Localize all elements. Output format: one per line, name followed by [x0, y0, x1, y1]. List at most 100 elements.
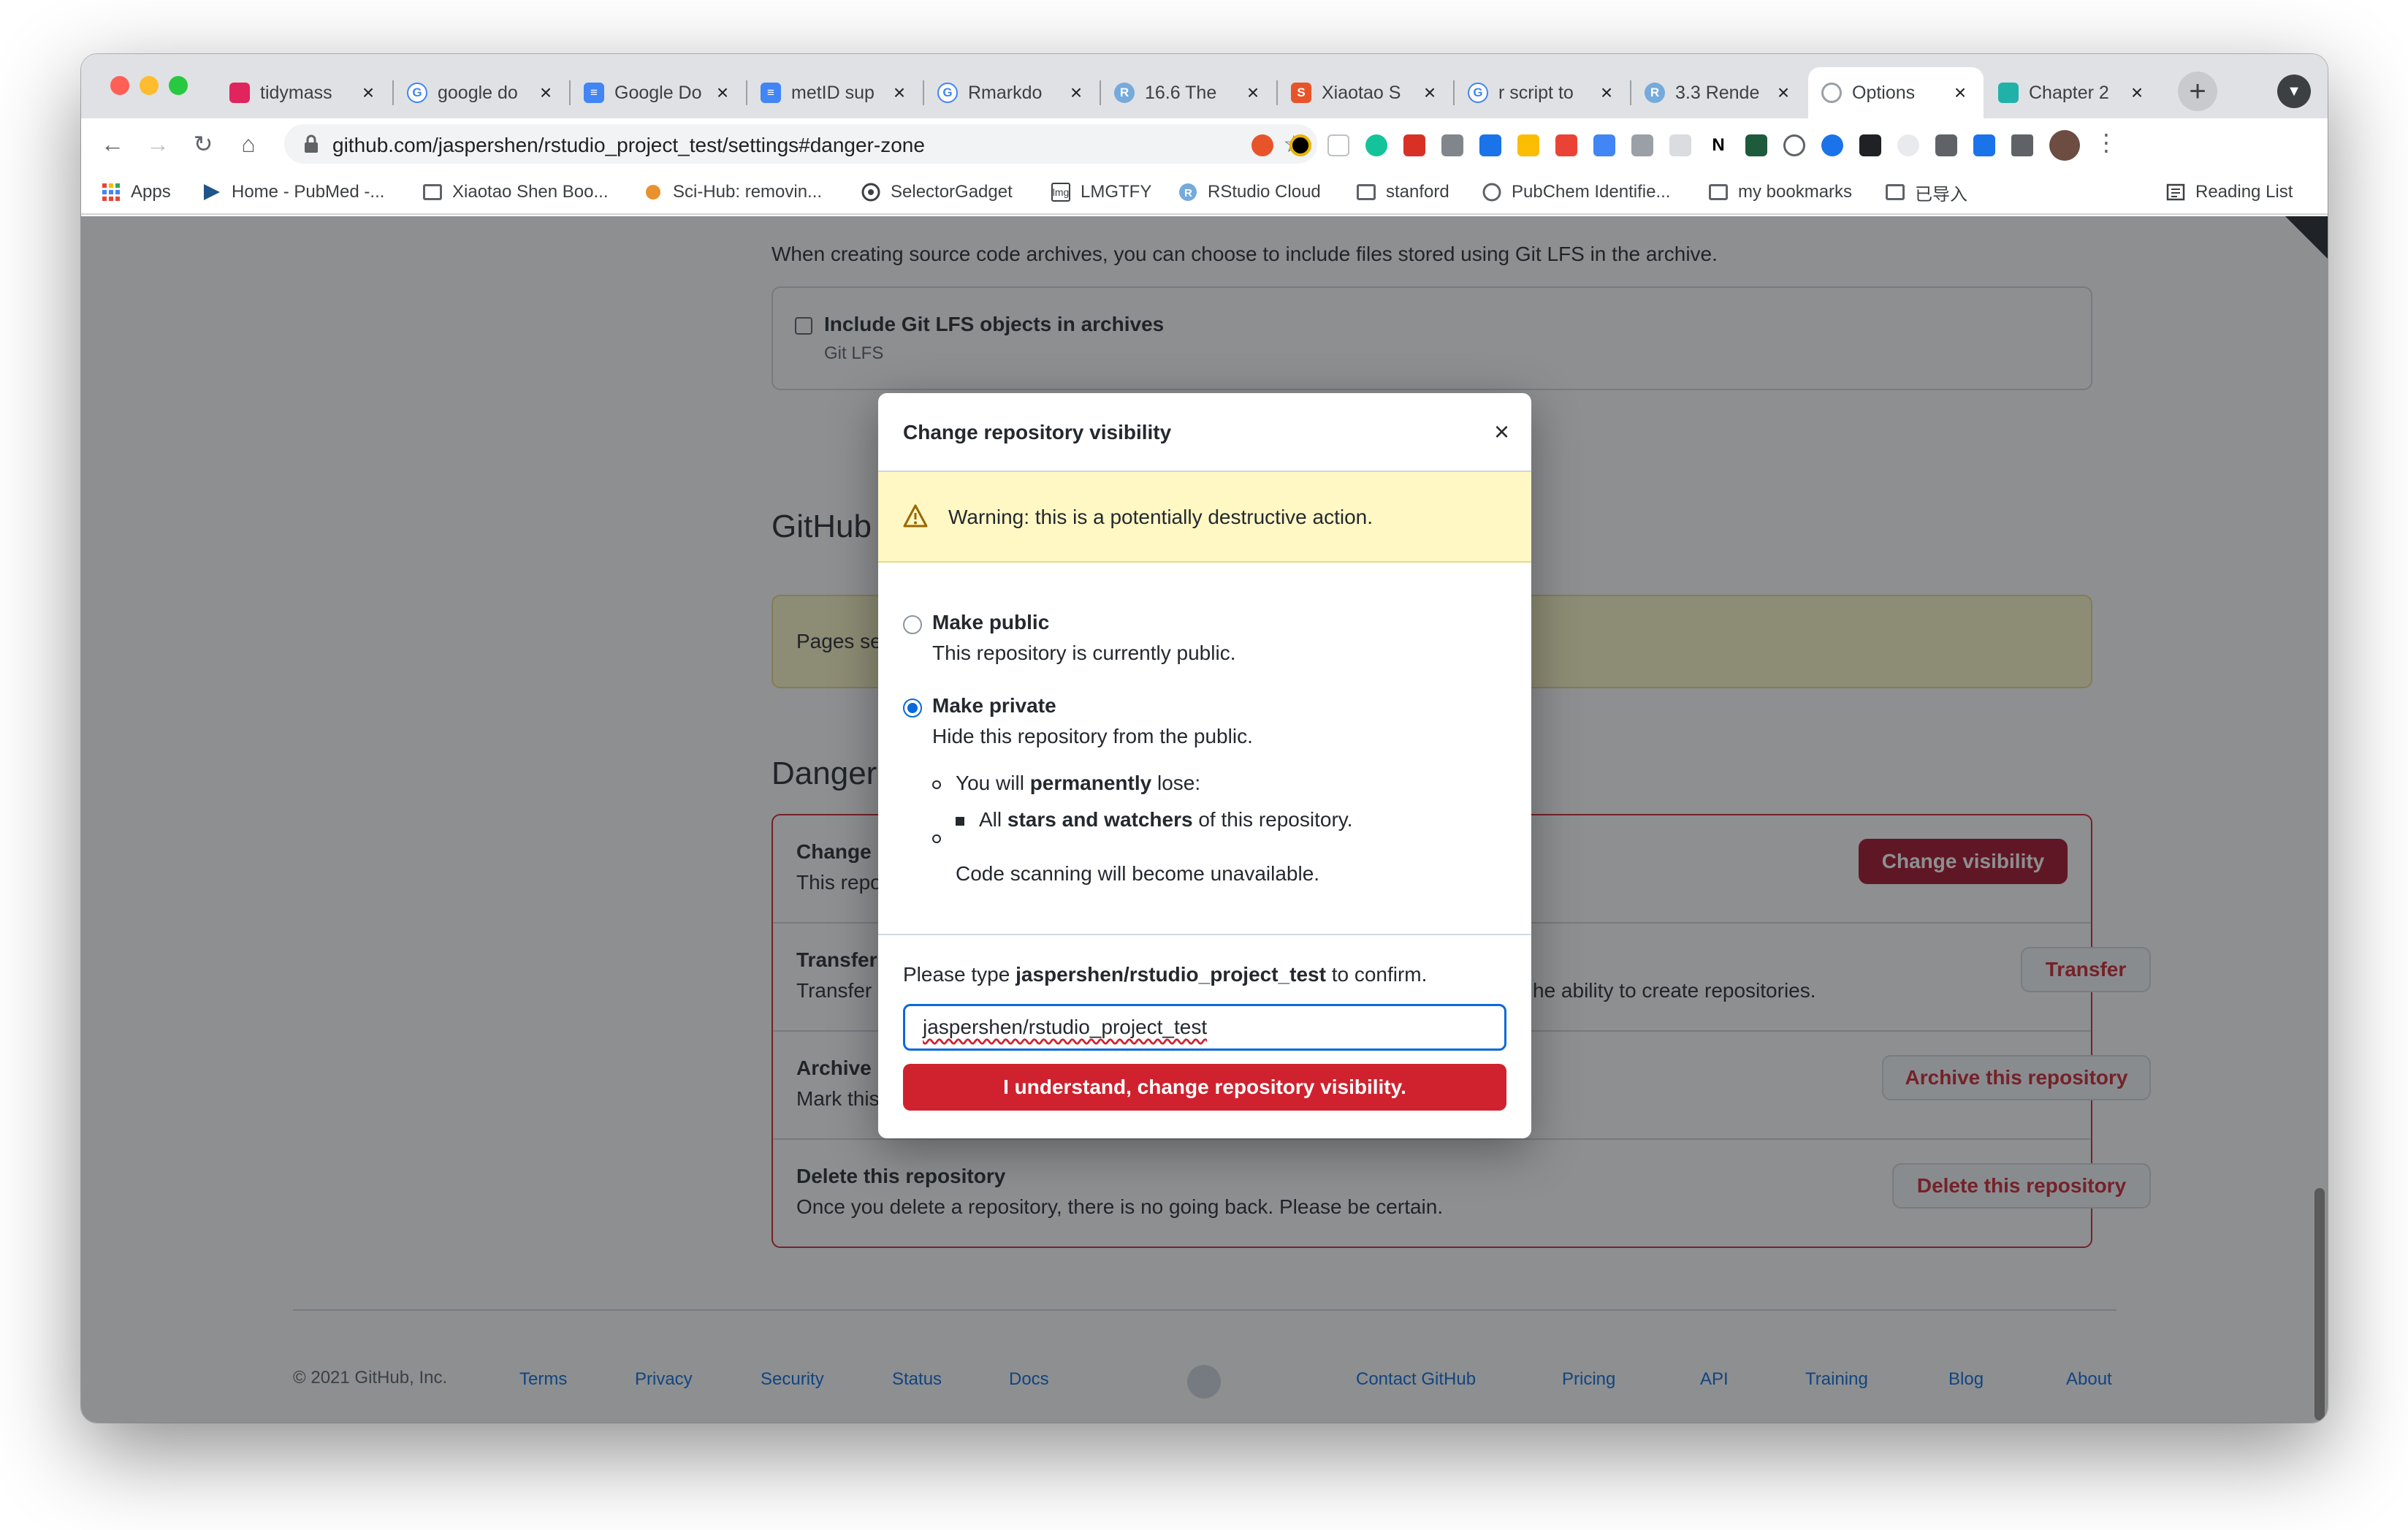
- tab-16-6[interactable]: R 16.6 The ×: [1101, 67, 1276, 118]
- google-icon: G: [937, 83, 958, 103]
- extension-icon[interactable]: [1441, 134, 1463, 156]
- extension-icon[interactable]: [1821, 134, 1843, 156]
- permanently-lose-text: You will permanently lose:: [956, 772, 1201, 794]
- tab-favicon-icon: [229, 83, 250, 103]
- dialog-title: Change repository visibility: [903, 421, 1172, 444]
- selectorgadget-icon: [861, 183, 880, 202]
- tab-r-script[interactable]: G r script to ×: [1455, 67, 1630, 118]
- make-public-desc: This repository is currently public.: [932, 642, 1236, 664]
- bookmark-apps[interactable]: Apps: [102, 180, 171, 205]
- extension-icon[interactable]: [1935, 134, 1957, 156]
- r-logo-icon: R: [1645, 83, 1665, 103]
- tab-xiaotao[interactable]: S Xiaotao S ×: [1278, 67, 1453, 118]
- scihub-icon: [644, 183, 663, 202]
- extension-icon[interactable]: [1555, 134, 1577, 156]
- forward-button[interactable]: →: [141, 127, 175, 161]
- new-tab-button[interactable]: +: [2178, 72, 2217, 111]
- tab-google-docs-search[interactable]: G google do ×: [394, 67, 569, 118]
- tab-rmarkdown[interactable]: G Rmarkdo ×: [924, 67, 1100, 118]
- bookmarks-bar: Apps Home - PubMed -... Xiaotao Shen Boo…: [81, 170, 2328, 215]
- bookmark-stanford-folder[interactable]: stanford: [1357, 180, 1449, 205]
- extension-icon[interactable]: [1669, 134, 1691, 156]
- google-icon: G: [407, 83, 427, 103]
- bullet-icon: [956, 817, 964, 826]
- reading-list-button[interactable]: Reading List: [2166, 180, 2293, 205]
- make-private-radio[interactable]: [903, 699, 922, 718]
- bookmark-pubchem[interactable]: PubChem Identifie...: [1482, 180, 1670, 205]
- extension-icon[interactable]: [1783, 134, 1805, 156]
- folder-icon: [423, 183, 442, 202]
- confirm-repo-input[interactable]: jaspershen/rstudio_project_test: [903, 1004, 1506, 1051]
- minimize-window-button[interactable]: [140, 76, 159, 95]
- reading-list-icon: [2166, 183, 2185, 202]
- make-public-label[interactable]: Make public: [932, 611, 1049, 634]
- profile-avatar[interactable]: [2049, 130, 2080, 161]
- bookmark-pubmed[interactable]: Home - PubMed -...: [202, 180, 384, 205]
- extensions-puzzle-icon[interactable]: [2011, 134, 2033, 156]
- make-private-label[interactable]: Make private: [932, 694, 1056, 718]
- close-window-button[interactable]: [110, 76, 129, 95]
- tab-tidymass[interactable]: tidymass ×: [216, 67, 392, 118]
- extension-icon[interactable]: [1251, 134, 1273, 156]
- tab-close-icon[interactable]: ×: [2127, 81, 2147, 104]
- extension-icon[interactable]: [1403, 134, 1425, 156]
- close-icon[interactable]: ×: [1494, 416, 1509, 447]
- confirm-change-visibility-button[interactable]: I understand, change repository visibili…: [903, 1064, 1506, 1111]
- bookmark-rstudio-cloud[interactable]: R RStudio Cloud: [1178, 180, 1321, 205]
- tab-metid[interactable]: ≡ metID sup ×: [747, 67, 923, 118]
- maximize-window-button[interactable]: [169, 76, 188, 95]
- extension-icon[interactable]: [1327, 134, 1349, 156]
- folder-icon: [1709, 183, 1728, 202]
- tab-close-icon[interactable]: ×: [712, 81, 733, 104]
- bookmark-lmgtfy[interactable]: lmg LMGTFY: [1051, 180, 1151, 205]
- translate-icon[interactable]: [1593, 134, 1615, 156]
- extension-icon[interactable]: [1859, 134, 1881, 156]
- page-scrollbar[interactable]: [2312, 216, 2328, 1423]
- google-docs-icon: ≡: [761, 83, 781, 103]
- reload-button[interactable]: ↻: [186, 127, 220, 161]
- extension-icon[interactable]: [1289, 134, 1311, 156]
- tab-close-icon[interactable]: ×: [1596, 81, 1617, 104]
- tab-close-icon[interactable]: ×: [358, 81, 378, 104]
- code-scanning-text: Code scanning will become unavailable.: [956, 862, 1320, 885]
- address-bar[interactable]: github.com/jaspershen/rstudio_project_te…: [284, 124, 1317, 164]
- tab-close-icon[interactable]: ×: [1950, 81, 1970, 104]
- bookmark-scihub[interactable]: Sci-Hub: removin...: [644, 180, 822, 205]
- tab-close-icon[interactable]: ×: [1773, 81, 1794, 104]
- extension-icon[interactable]: [1479, 134, 1501, 156]
- folder-icon: [1357, 183, 1376, 202]
- extension-icon[interactable]: [1973, 134, 1995, 156]
- make-public-radio[interactable]: [903, 615, 922, 634]
- tab-google-docs[interactable]: ≡ Google Do ×: [571, 67, 746, 118]
- tab-options[interactable]: Options ×: [1808, 67, 1984, 118]
- browser-menu-icon[interactable]: ⋮: [2095, 129, 2118, 156]
- tab-chapter-2[interactable]: Chapter 2 ×: [1985, 67, 2160, 118]
- tab-close-icon[interactable]: ×: [1420, 81, 1440, 104]
- tab-close-icon[interactable]: ×: [889, 81, 910, 104]
- github-icon: [1821, 83, 1842, 103]
- scrollbar-thumb[interactable]: [2314, 1188, 2325, 1420]
- browser-window: tidymass × G google do × ≡ Google Do × ≡…: [81, 54, 2328, 1423]
- extension-icon[interactable]: [1745, 134, 1767, 156]
- tab-close-icon[interactable]: ×: [1243, 81, 1263, 104]
- bookmark-my-bookmarks-folder[interactable]: my bookmarks: [1709, 180, 1852, 205]
- github-settings-page: When creating source code archives, you …: [81, 216, 2328, 1423]
- bookmark-xiaotao-folder[interactable]: Xiaotao Shen Boo...: [423, 180, 609, 205]
- extension-icon[interactable]: [1517, 134, 1539, 156]
- extension-icon[interactable]: [1897, 134, 1919, 156]
- tab-search-button[interactable]: ▼: [2277, 75, 2311, 108]
- tab-close-icon[interactable]: ×: [536, 81, 556, 104]
- tab-close-icon[interactable]: ×: [1066, 81, 1086, 104]
- grammarly-icon[interactable]: [1365, 134, 1387, 156]
- home-button[interactable]: ⌂: [232, 127, 265, 161]
- notion-icon[interactable]: N: [1707, 134, 1729, 156]
- back-button[interactable]: ←: [96, 127, 129, 161]
- r-logo-icon: R: [1114, 83, 1135, 103]
- tab-strip: tidymass × G google do × ≡ Google Do × ≡…: [81, 54, 2328, 118]
- scholar-icon: S: [1291, 83, 1311, 103]
- lock-icon: [305, 134, 318, 153]
- tab-3-3[interactable]: R 3.3 Rende ×: [1631, 67, 1807, 118]
- bookmark-selectorgadget[interactable]: SelectorGadget: [861, 180, 1013, 205]
- extension-icon[interactable]: [1631, 134, 1653, 156]
- bookmark-imported-folder[interactable]: 已导入: [1886, 180, 1967, 205]
